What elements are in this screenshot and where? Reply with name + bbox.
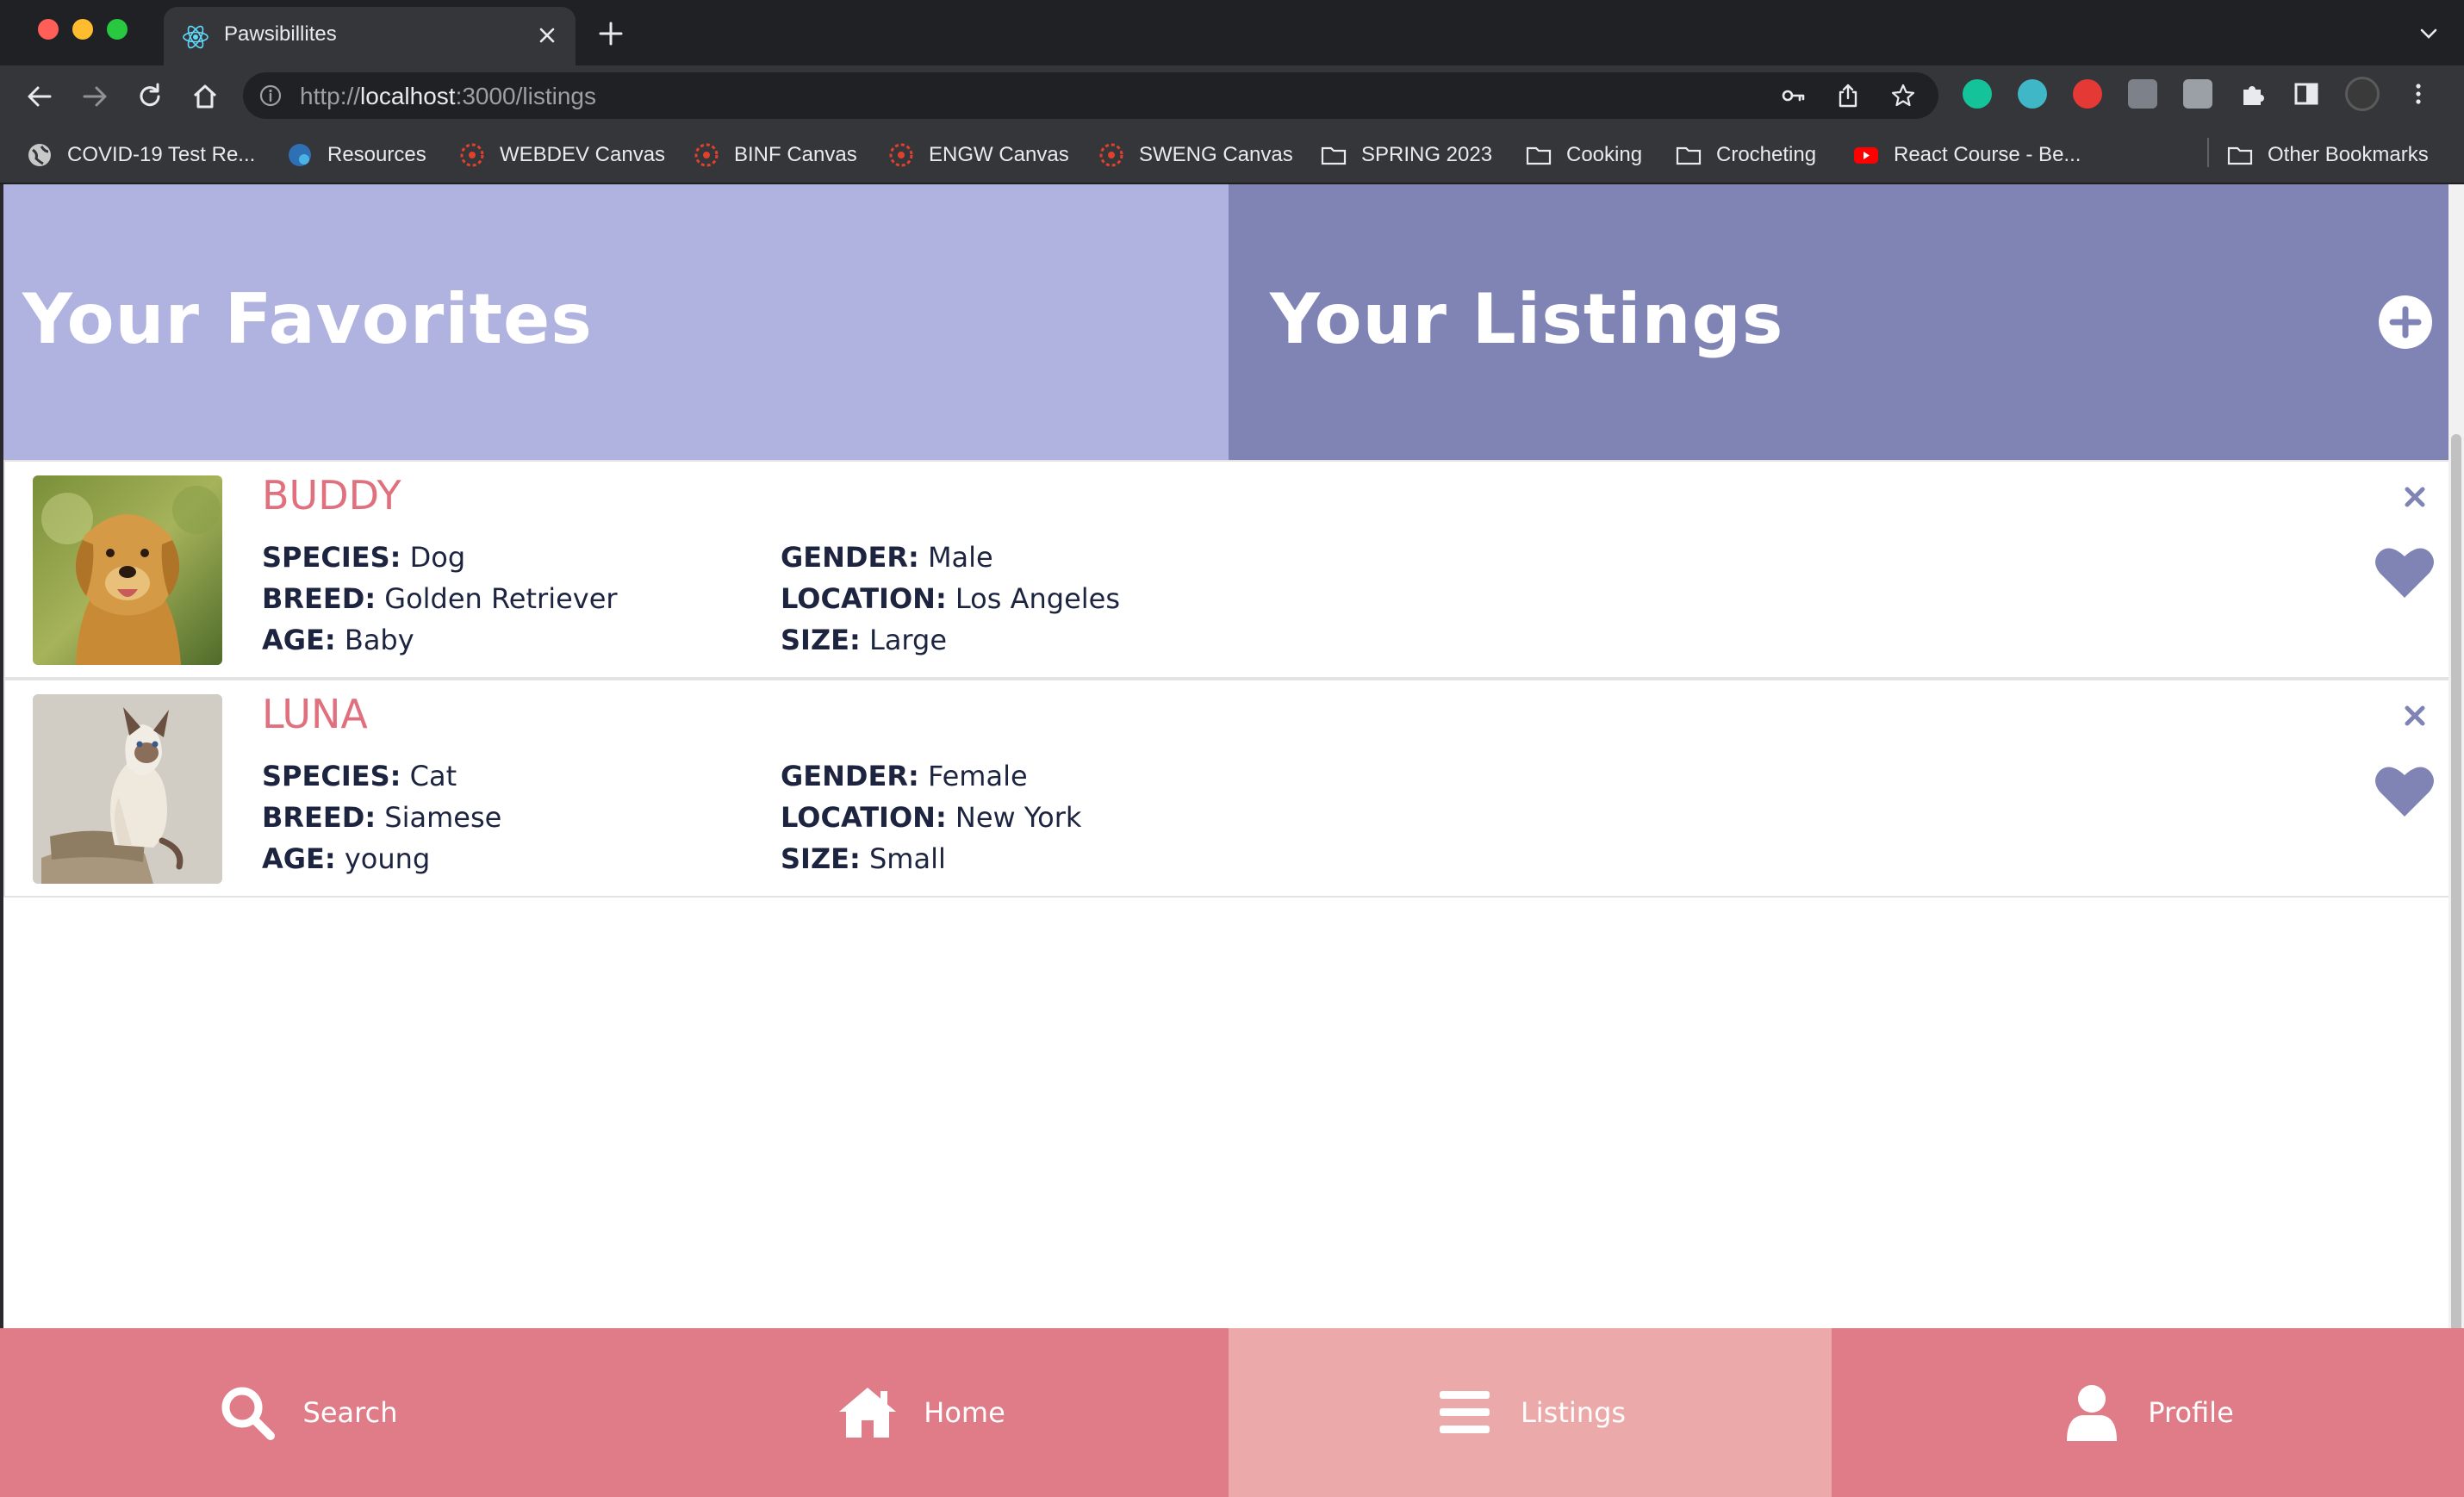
other-bookmarks-folder[interactable]: Other Bookmarks [2226,138,2429,172]
window-edge [0,184,3,1497]
pet-gender: GENDER: Female [781,760,1028,792]
minimize-window-button[interactable] [72,19,93,40]
user-icon [2067,1385,2118,1441]
remove-icon[interactable] [2400,701,2430,730]
bookmarks-divider [2207,138,2209,167]
react-icon [183,25,208,49]
listings-title: Your Listings [1270,279,1784,359]
bookmark-star-icon[interactable] [1890,83,1916,109]
pet-location: LOCATION: New York [781,801,1082,834]
chevron-down-icon[interactable] [2416,21,2442,47]
nav-listings[interactable]: Listings [1229,1328,1832,1497]
url-text: http://localhost:3000/listings [300,83,596,109]
folder-icon [1321,146,1347,165]
pet-species: SPECIES: Dog [262,541,466,574]
nav-profile[interactable]: Profile [1832,1328,2464,1497]
home-icon [839,1388,897,1438]
bookmark-item[interactable]: WEBDEV Canvas [458,138,665,172]
maximize-window-button[interactable] [107,19,128,40]
listings-tab[interactable]: Your Listings [1229,184,2454,460]
browser-tab[interactable]: Pawsibillites [164,7,576,67]
pet-photo-cat [33,694,222,884]
bookmark-item[interactable]: BINF Canvas [693,138,857,172]
pet-age: AGE: Baby [262,624,414,656]
new-tab-icon[interactable] [596,19,625,48]
home-browser-icon[interactable] [190,81,221,112]
pet-breed: BREED: Golden Retriever [262,582,618,615]
pet-age: AGE: young [262,842,431,875]
favorites-tab[interactable]: Your Favorites [0,184,1229,460]
bottom-navigation: Search Home Listings Profile [0,1328,2464,1497]
browser-titlebar: Pawsibillites [0,0,2464,67]
heart-icon[interactable] [2374,763,2435,818]
pet-name: LUNA [262,691,368,737]
pet-card: LUNA SPECIES: Cat BREED: Siamese AGE: yo… [3,679,2454,898]
page-scrollbar[interactable] [2448,184,2464,1497]
puzzle-icon[interactable] [2238,79,2268,109]
add-listing-icon[interactable] [2378,295,2433,350]
bookmark-item[interactable]: Resources [286,138,426,172]
forward-icon[interactable] [79,81,110,112]
pet-species: SPECIES: Cat [262,760,457,792]
bookmark-folder[interactable]: Cooking [1525,138,1642,172]
canvas-icon [889,143,913,167]
reload-icon[interactable] [134,81,165,112]
folder-icon [1676,146,1702,165]
bookmark-folder[interactable]: Crocheting [1675,138,1816,172]
globe-icon [28,144,51,166]
search-icon [221,1387,275,1440]
tab-title: Pawsibillites [224,22,337,46]
pet-size: SIZE: Small [781,842,946,875]
youtube-icon [1854,147,1878,164]
pet-breed: BREED: Siamese [262,801,502,834]
back-icon[interactable] [24,81,55,112]
bookmark-item[interactable]: SWENG Canvas [1098,138,1293,172]
canvas-icon [694,143,719,167]
close-window-button[interactable] [38,19,59,40]
facebook-extension-icon[interactable] [2128,79,2157,109]
block-extension-icon[interactable] [2073,79,2102,109]
pet-size: SIZE: Large [781,624,948,656]
close-tab-icon[interactable] [532,21,562,50]
heart-icon[interactable] [2374,544,2435,599]
bookmark-folder[interactable]: SPRING 2023 [1320,138,1492,172]
pet-name: BUDDY [262,472,401,519]
canvas-icon [1099,143,1123,167]
folder-icon [2227,146,2253,165]
sidepanel-icon[interactable] [2292,79,2321,109]
favorites-title: Your Favorites [22,279,593,359]
nav-home[interactable]: Home [614,1328,1229,1497]
canvas-icon [460,143,484,167]
pet-card: BUDDY SPECIES: Dog BREED: Golden Retriev… [3,460,2454,679]
toolkit-extension-icon[interactable] [2183,79,2212,109]
key-icon[interactable] [1780,83,1806,109]
pet-photo-dog [33,475,222,665]
bookmarks-bar: COVID-19 Test Re... Resources WEBDEV Can… [0,126,2464,184]
nav-search[interactable]: Search [0,1328,614,1497]
folder-icon [1526,146,1552,165]
grammarly-extension-icon[interactable] [1963,79,1992,109]
menu-dots-icon[interactable] [2404,79,2433,109]
bookmark-item[interactable]: COVID-19 Test Re... [26,138,255,172]
pet-location: LOCATION: Los Angeles [781,582,1121,615]
share-icon[interactable] [1835,83,1861,109]
site-icon [289,144,311,166]
profile-avatar[interactable] [2345,77,2380,111]
info-icon[interactable] [258,84,283,108]
list-icon [1439,1391,1490,1433]
mote-extension-icon[interactable] [2018,79,2047,109]
bookmark-item[interactable]: React Course - Be... [1852,138,2081,172]
bookmark-item[interactable]: ENGW Canvas [887,138,1069,172]
remove-icon[interactable] [2400,482,2430,512]
address-bar[interactable]: http://localhost:3000/listings [243,72,1938,119]
pet-gender: GENDER: Male [781,541,993,574]
